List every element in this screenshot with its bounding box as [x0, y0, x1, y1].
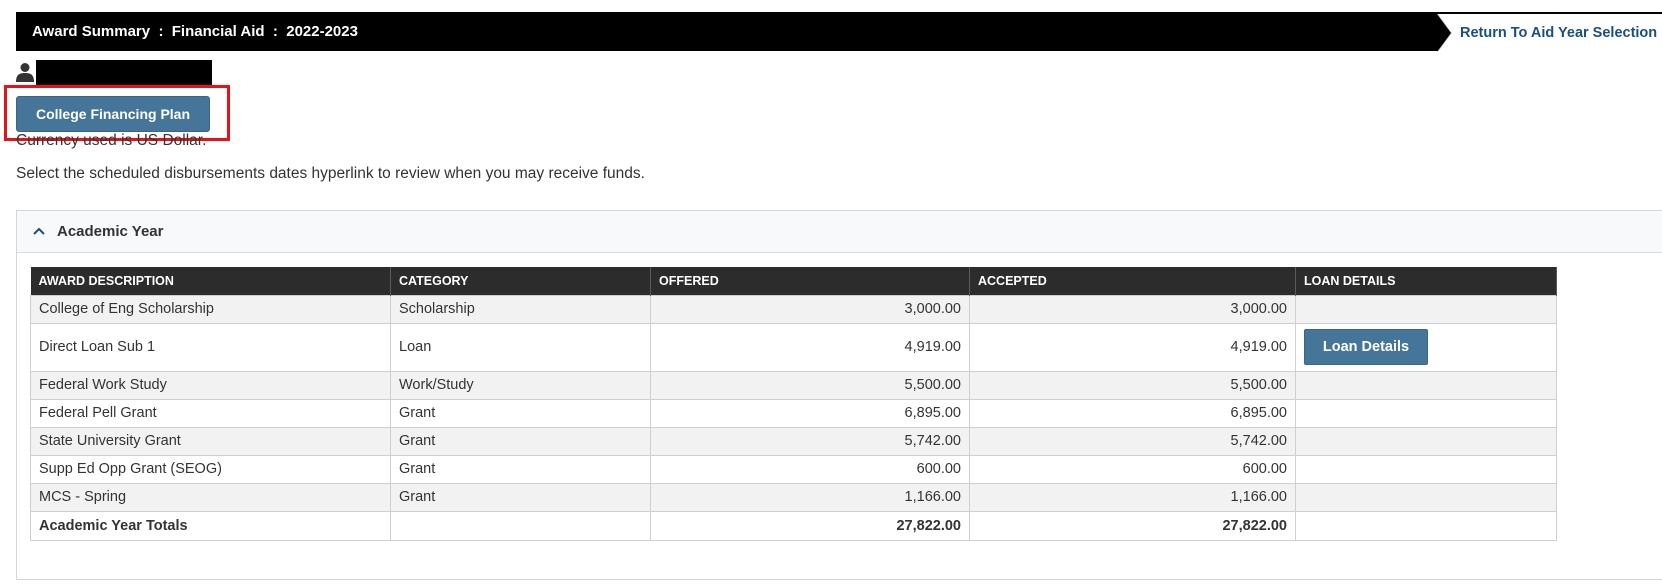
currency-note: Currency used is US Dollar. [16, 132, 207, 149]
award-description: Federal Pell Grant [30, 398, 391, 428]
award-description: Supp Ed Opp Grant (SEOG) [30, 454, 391, 484]
loan-details-cell: Loan Details [1295, 322, 1557, 372]
totals-accepted: 27,822.00 [969, 510, 1296, 541]
accepted-amount: 3,000.00 [969, 294, 1296, 324]
table-row: State University Grant Grant 5,742.00 5,… [30, 426, 1557, 456]
table-row: Supp Ed Opp Grant (SEOG) Grant 600.00 60… [30, 454, 1557, 484]
column-header-award-description: AWARD DESCRIPTION [30, 267, 391, 295]
award-description: College of Eng Scholarship [30, 294, 391, 324]
award-description: MCS - Spring [30, 482, 391, 512]
table-row: Federal Work Study Work/Study 5,500.00 5… [30, 370, 1557, 400]
award-description: Federal Work Study [30, 370, 391, 400]
college-financing-plan-button[interactable]: College Financing Plan [16, 96, 210, 132]
column-header-category: CATEGORY [390, 267, 651, 295]
column-header-accepted: ACCEPTED [969, 267, 1296, 295]
offered-amount: 5,742.00 [650, 426, 970, 456]
offered-amount: 1,166.00 [650, 482, 970, 512]
accepted-amount: 600.00 [969, 454, 1296, 484]
chevron-up-icon[interactable] [31, 224, 47, 238]
accepted-amount: 1,166.00 [969, 482, 1296, 512]
loan-details-cell [1295, 454, 1557, 484]
awards-table: AWARD DESCRIPTION CATEGORY OFFERED ACCEP… [30, 267, 1557, 541]
user-icon [16, 63, 34, 82]
column-header-offered: OFFERED [650, 267, 970, 295]
offered-amount: 600.00 [650, 454, 970, 484]
accepted-amount: 5,742.00 [969, 426, 1296, 456]
loan-details-cell [1295, 294, 1557, 324]
award-description: State University Grant [30, 426, 391, 456]
loan-details-button[interactable]: Loan Details [1304, 329, 1428, 365]
award-category: Grant [390, 454, 651, 484]
loan-details-cell [1295, 370, 1557, 400]
accepted-amount: 6,895.00 [969, 398, 1296, 428]
offered-amount: 3,000.00 [650, 294, 970, 324]
award-category: Grant [390, 426, 651, 456]
award-description: Direct Loan Sub 1 [30, 322, 391, 372]
loan-details-cell [1295, 398, 1557, 428]
instruction-text: Select the scheduled disbursements dates… [16, 165, 645, 182]
award-category: Scholarship [390, 294, 651, 324]
table-row: MCS - Spring Grant 1,166.00 1,166.00 [30, 482, 1557, 512]
award-category: Grant [390, 482, 651, 512]
page-title: Award Summary : Financial Aid : 2022-202… [32, 23, 358, 40]
table-row: Federal Pell Grant Grant 6,895.00 6,895.… [30, 398, 1557, 428]
accepted-amount: 4,919.00 [969, 322, 1296, 372]
column-header-loan-details: LOAN DETAILS [1295, 267, 1557, 295]
totals-offered: 27,822.00 [650, 510, 970, 541]
totals-loan-details [1295, 510, 1557, 541]
table-header-row: AWARD DESCRIPTION CATEGORY OFFERED ACCEP… [30, 267, 1557, 295]
loan-details-cell [1295, 482, 1557, 512]
accordion-title: Academic Year [57, 223, 164, 240]
award-category: Loan [390, 322, 651, 372]
totals-row: Academic Year Totals 27,822.00 27,822.00 [30, 510, 1557, 541]
return-to-aid-year-link[interactable]: Return To Aid Year Selection [1438, 14, 1662, 52]
accordion-header[interactable]: Academic Year [17, 211, 1662, 253]
offered-amount: 4,919.00 [650, 322, 970, 372]
accepted-amount: 5,500.00 [969, 370, 1296, 400]
table-row: College of Eng Scholarship Scholarship 3… [30, 294, 1557, 324]
table-row: Direct Loan Sub 1 Loan 4,919.00 4,919.00… [30, 322, 1557, 372]
redacted-user-name [36, 60, 212, 85]
totals-label: Academic Year Totals [30, 510, 391, 541]
offered-amount: 5,500.00 [650, 370, 970, 400]
offered-amount: 6,895.00 [650, 398, 970, 428]
award-category: Grant [390, 398, 651, 428]
totals-category [390, 510, 651, 541]
loan-details-cell [1295, 426, 1557, 456]
header-bar: Award Summary : Financial Aid : 2022-202… [16, 12, 1662, 51]
award-category: Work/Study [390, 370, 651, 400]
